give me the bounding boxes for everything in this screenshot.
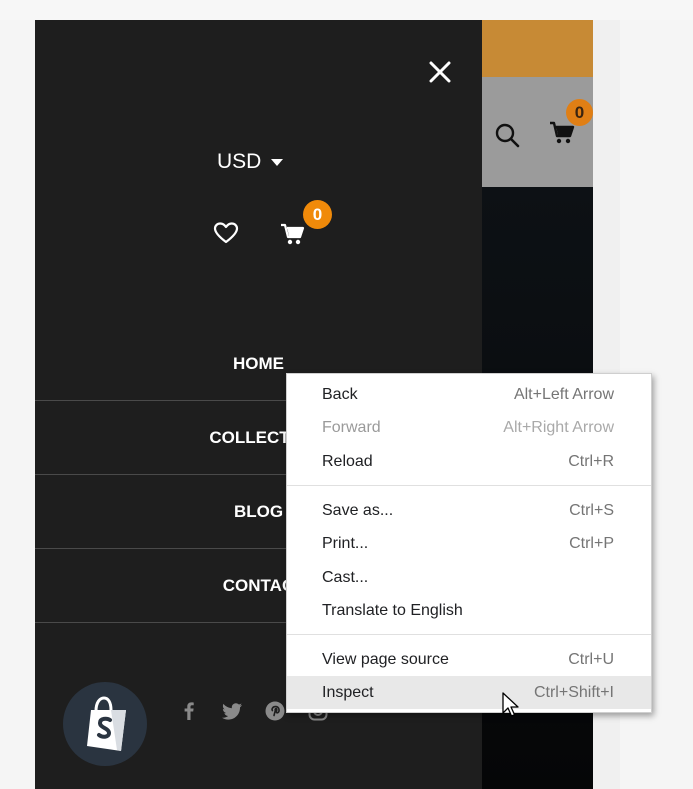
- cart-count-badge: 0: [566, 99, 593, 126]
- menu-item-shortcut: Alt+Left Arrow: [513, 385, 614, 403]
- page-top-margin: [0, 0, 693, 20]
- facebook-icon[interactable]: [178, 700, 200, 722]
- menu-item-reload[interactable]: Reload Ctrl+R: [287, 445, 651, 478]
- pinterest-icon[interactable]: [264, 700, 286, 722]
- menu-item-forward[interactable]: Forward Alt+Right Arrow: [287, 411, 651, 444]
- mouse-cursor-icon: [502, 692, 519, 717]
- menu-item-shortcut: Ctrl+U: [568, 650, 614, 668]
- cart-icon[interactable]: [280, 222, 305, 246]
- announcement-bar: [482, 20, 593, 77]
- menu-item-save-as[interactable]: Save as... Ctrl+S: [287, 494, 651, 527]
- currency-label: USD: [217, 150, 262, 173]
- menu-divider: [287, 485, 651, 486]
- menu-item-shortcut: Ctrl+R: [568, 452, 614, 470]
- menu-item-shortcut: Alt+Right Arrow: [503, 418, 614, 436]
- menu-item-inspect[interactable]: Inspect Ctrl+Shift+I: [287, 676, 651, 709]
- cart-icon[interactable]: [549, 120, 575, 146]
- menu-item-translate[interactable]: Translate to English: [287, 594, 651, 627]
- menu-item-label: Cast...: [322, 568, 369, 586]
- close-icon[interactable]: [429, 61, 451, 83]
- menu-item-label: Back: [322, 385, 358, 403]
- twitter-icon[interactable]: [221, 700, 243, 722]
- menu-item-shortcut: Ctrl+Shift+I: [533, 683, 614, 701]
- shopify-bag-icon: [87, 696, 126, 751]
- caret-down-icon: [271, 158, 284, 166]
- menu-item-label: Translate to English: [322, 601, 463, 619]
- context-menu: Back Alt+Left Arrow Forward Alt+Right Ar…: [286, 373, 652, 713]
- menu-item-shortcut: Ctrl+P: [569, 534, 614, 552]
- heart-icon[interactable]: [213, 221, 239, 245]
- menu-item-shortcut: Ctrl+S: [569, 501, 614, 519]
- menu-item-label: Save as...: [322, 501, 394, 519]
- nav-item-label: CONTAC: [222, 576, 295, 595]
- menu-item-label: Print...: [322, 534, 369, 552]
- search-icon[interactable]: [494, 122, 520, 148]
- cart-count-badge: 0: [303, 200, 332, 229]
- menu-item-label: Forward: [322, 418, 381, 436]
- menu-divider: [287, 634, 651, 635]
- menu-item-label: Reload: [322, 452, 373, 470]
- nav-item-label: HOME: [233, 354, 284, 373]
- menu-item-view-source[interactable]: View page source Ctrl+U: [287, 643, 651, 676]
- currency-selector[interactable]: USD: [217, 150, 284, 174]
- nav-item-label: BLOG: [233, 502, 284, 521]
- menu-item-label: Inspect: [322, 683, 374, 701]
- menu-item-cast[interactable]: Cast...: [287, 561, 651, 594]
- menu-item-print[interactable]: Print... Ctrl+P: [287, 527, 651, 560]
- menu-item-label: View page source: [322, 650, 449, 668]
- menu-item-back[interactable]: Back Alt+Left Arrow: [287, 378, 651, 411]
- shopify-badge[interactable]: [63, 682, 147, 766]
